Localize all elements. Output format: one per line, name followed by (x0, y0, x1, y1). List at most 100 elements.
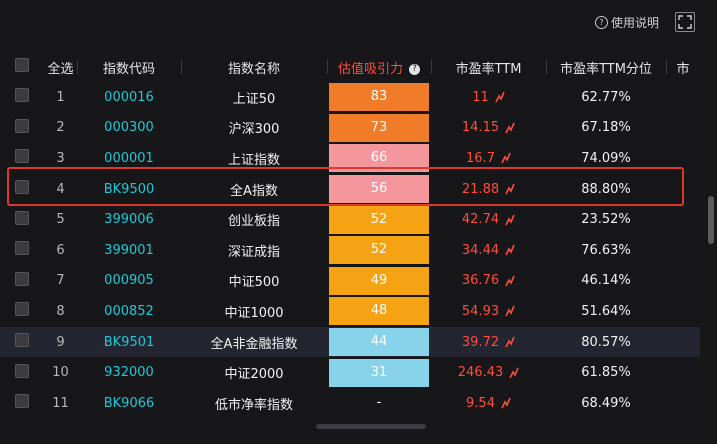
pe-value: 9.54 (466, 395, 495, 411)
pe-value: 34.44 (461, 242, 500, 258)
index-code[interactable]: BK9066 (77, 388, 181, 419)
trend-icon[interactable] (505, 244, 515, 256)
index-name[interactable]: 中证2000 (181, 357, 327, 388)
row-checkbox[interactable] (0, 143, 44, 174)
header-valuation[interactable]: 估值吸引力? (327, 52, 431, 82)
index-code[interactable]: 000300 (77, 113, 181, 144)
valuation-score: 48 (327, 296, 431, 327)
row-checkbox[interactable] (0, 357, 44, 388)
table-row[interactable]: 4 BK9500 全A指数 56 21.88 88.80% (0, 174, 700, 205)
pe-percentile: 46.14% (581, 273, 631, 289)
index-code[interactable]: 932000 (77, 357, 181, 388)
index-code[interactable]: BK9500 (77, 174, 181, 205)
trend-icon[interactable] (509, 367, 519, 379)
trend-icon[interactable] (505, 305, 515, 317)
trend-icon[interactable] (505, 214, 515, 226)
index-name[interactable]: 沪深300 (181, 113, 327, 144)
table-row[interactable]: 2 000300 沪深300 73 14.15 67.18% (0, 113, 700, 144)
row-checkbox[interactable] (0, 266, 44, 297)
index-name[interactable]: 中证1000 (181, 296, 327, 327)
trend-icon[interactable] (505, 275, 515, 287)
index-code[interactable]: BK9501 (77, 327, 181, 358)
valuation-score: 44 (327, 327, 431, 358)
table-row[interactable]: 3 000001 上证指数 66 16.7 74.09% (0, 143, 700, 174)
table-row[interactable]: 9 BK9501 全A非金融指数 44 39.72 80.57% (0, 326, 700, 358)
row-checkbox[interactable] (0, 82, 44, 113)
select-all-checkbox[interactable] (0, 52, 44, 82)
question-circle-icon[interactable]: ? (409, 63, 420, 75)
index-name[interactable]: 上证50 (181, 82, 327, 113)
extra-cell (666, 388, 700, 419)
index-name[interactable]: 中证500 (181, 266, 327, 297)
valuation-score: 66 (327, 143, 431, 174)
header-pe[interactable]: 市盈率TTM (431, 52, 546, 82)
horizontal-scrollbar[interactable] (316, 424, 426, 429)
extra-cell (666, 235, 700, 266)
index-name[interactable]: 全A指数 (181, 174, 327, 205)
header-code[interactable]: 指数代码 (77, 52, 181, 82)
trend-icon[interactable] (501, 152, 511, 164)
row-checkbox[interactable] (0, 235, 44, 266)
extra-cell (666, 204, 700, 235)
valuation-score: - (376, 395, 382, 411)
table-row[interactable]: 10 932000 中证2000 31 246.43 61.85% (0, 357, 700, 388)
question-circle-icon: ? (594, 16, 608, 29)
valuation-score: 73 (327, 113, 431, 144)
row-index: 11 (52, 395, 69, 411)
row-checkbox[interactable] (0, 327, 44, 358)
table-row[interactable]: 8 000852 中证1000 48 54.93 51.64% (0, 296, 700, 327)
row-checkbox[interactable] (0, 174, 44, 205)
index-name[interactable]: 创业板指 (181, 204, 327, 235)
index-code[interactable]: 399001 (77, 235, 181, 266)
pe-ttm: 246.43 (431, 357, 546, 388)
index-code[interactable]: 000016 (77, 82, 181, 113)
index-name[interactable]: 低市净率指数 (181, 388, 327, 419)
row-checkbox[interactable] (0, 113, 44, 144)
index-code[interactable]: 000852 (77, 296, 181, 327)
help-link[interactable]: ? 使用说明 (594, 14, 659, 31)
trend-icon[interactable] (495, 91, 505, 103)
pe-ttm: 21.88 (431, 174, 546, 205)
index-code[interactable]: 399006 (77, 204, 181, 235)
header-pe-percentile[interactable]: 市盈率TTM分位 (546, 52, 666, 82)
pe-percentile: 74.09% (581, 150, 631, 166)
pe-value: 14.15 (461, 120, 500, 136)
table-row[interactable]: 6 399001 深证成指 52 34.44 76.63% (0, 235, 700, 266)
extra-cell (666, 357, 700, 388)
table-row[interactable]: 5 399006 创业板指 52 42.74 23.52% (0, 204, 700, 235)
pe-percentile: 23.52% (581, 212, 631, 228)
table-row[interactable]: 1 000016 上证50 83 11 62.77% (0, 82, 700, 113)
header-valuation-label: 估值吸引力 (337, 61, 403, 77)
pe-ttm: 42.74 (431, 204, 546, 235)
extra-cell (666, 113, 700, 144)
table-row[interactable]: 7 000905 中证500 49 36.76 46.14% (0, 266, 700, 297)
table-row[interactable]: 11 BK9066 低市净率指数 - 9.54 68.49% (0, 388, 700, 419)
index-valuation-table: 全选 指数代码 指数名称 估值吸引力? 市盈率TTM 市盈率TTM分位 市 10… (0, 52, 700, 419)
valuation-score: 56 (327, 174, 431, 205)
header-name[interactable]: 指数名称 (181, 52, 327, 82)
row-checkbox[interactable] (0, 296, 44, 327)
extra-cell (666, 327, 700, 358)
vertical-scrollbar[interactable] (708, 196, 714, 244)
fullscreen-button[interactable] (675, 12, 695, 32)
index-name[interactable]: 全A非金融指数 (181, 327, 327, 358)
trend-icon[interactable] (505, 122, 515, 134)
index-code[interactable]: 000905 (77, 266, 181, 297)
row-index: 5 (56, 212, 65, 228)
extra-cell (666, 296, 700, 327)
pe-value: 246.43 (457, 365, 504, 381)
pe-value: 21.88 (461, 181, 500, 197)
index-code[interactable]: 000001 (77, 143, 181, 174)
header-extra[interactable]: 市 (666, 52, 700, 82)
index-name[interactable]: 上证指数 (181, 143, 327, 174)
pe-ttm: 16.7 (431, 143, 546, 174)
trend-icon[interactable] (501, 397, 511, 409)
trend-icon[interactable] (505, 336, 515, 348)
pe-ttm: 14.15 (431, 113, 546, 144)
row-checkbox[interactable] (0, 204, 44, 235)
row-index: 9 (56, 334, 65, 350)
row-checkbox[interactable] (0, 388, 44, 419)
select-all-label[interactable]: 全选 (44, 52, 77, 82)
index-name[interactable]: 深证成指 (181, 235, 327, 266)
trend-icon[interactable] (505, 183, 515, 195)
